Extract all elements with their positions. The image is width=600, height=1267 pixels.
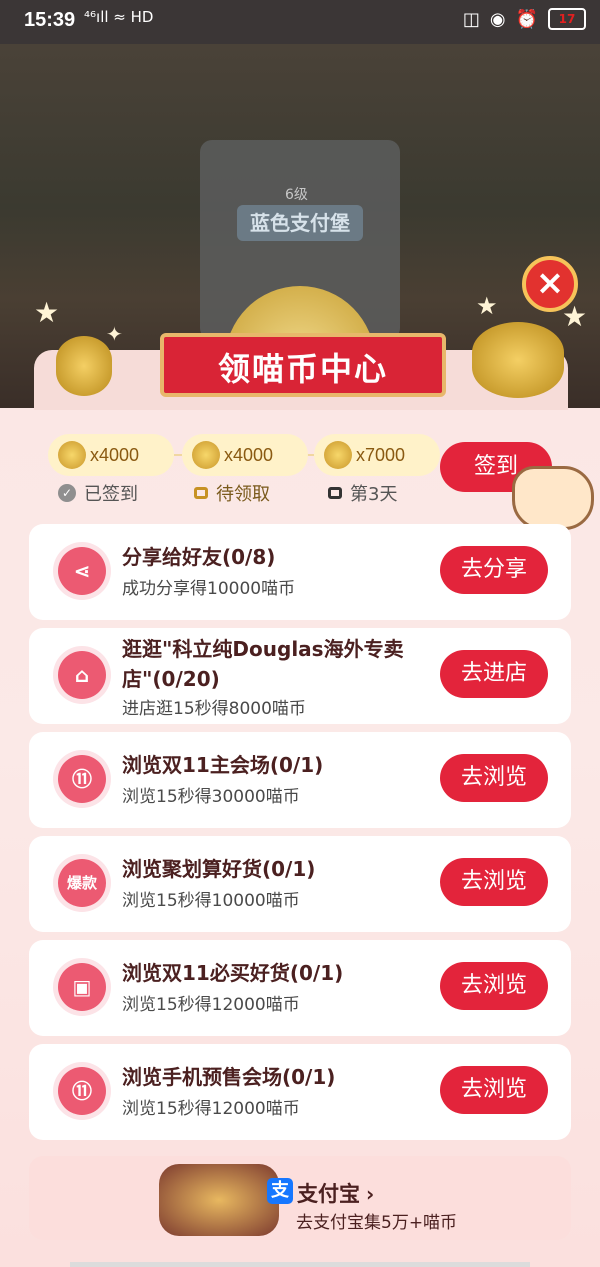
task-item: 爆款 浏览聚划算好货(0/1) 浏览15秒得10000喵币 去浏览	[29, 836, 571, 932]
task-subtitle: 进店逛15秒得8000喵币	[122, 699, 306, 719]
checkin-status-3: 第3天	[328, 480, 397, 506]
promo-subtitle: 去支付宝集5万+喵币	[296, 1213, 458, 1233]
status-time: 15:39	[24, 9, 76, 31]
task-item: ⑪ 浏览手机预售会场(0/1) 浏览15秒得12000喵币 去浏览	[29, 1044, 571, 1140]
pointing-hand-icon	[512, 466, 594, 530]
task-icon-wrap: ⌂	[53, 646, 111, 704]
task-item: ⌂ 逛逛"科立纯Douglas海外专卖店"(0/20) 进店逛15秒得8000喵…	[29, 628, 571, 724]
hot-item-icon: 爆款	[58, 859, 106, 907]
alipay-logo-icon: 支	[267, 1178, 293, 1204]
go-browse-button[interactable]: 去浏览	[440, 1066, 548, 1114]
go-browse-button[interactable]: 去浏览	[440, 754, 548, 802]
task-icon-wrap: ⑪	[53, 1062, 111, 1120]
go-browse-button[interactable]: 去浏览	[440, 858, 548, 906]
checkin-status-2: 待领取	[194, 480, 270, 506]
task-title: 浏览双11主会场(0/1)	[122, 753, 324, 777]
checkin-day-1: x4000	[48, 434, 174, 476]
coin-stack-left-icon	[56, 336, 112, 396]
checkin-status-text: 第3天	[350, 484, 398, 505]
sparkle-icon: ★	[562, 300, 588, 333]
alarm-icon: ⏰	[515, 8, 538, 30]
status-bar: 15:39 ⁴⁶ıll ≈ HD ◫ ◉ ⏰ 17	[0, 0, 600, 44]
chevron-right-icon: ›	[366, 1182, 375, 1206]
lock-rotate-icon: ◉	[489, 8, 506, 30]
coin-stack-right-icon	[472, 322, 564, 398]
go-browse-button[interactable]: 去浏览	[440, 962, 548, 1010]
task-icon-wrap: 爆款	[53, 854, 111, 912]
sparkle-icon: ✦	[106, 322, 123, 346]
task-title: 分享给好友(0/8)	[122, 545, 276, 569]
task-item: ⑪ 浏览双11主会场(0/1) 浏览15秒得30000喵币 去浏览	[29, 732, 571, 828]
go-share-button[interactable]: 去分享	[440, 546, 548, 594]
castle-name: 蓝色支付堡	[237, 205, 363, 241]
task-icon-wrap: ⋖	[53, 542, 111, 600]
shop-icon: ⌂	[58, 651, 106, 699]
go-store-button[interactable]: 去进店	[440, 650, 548, 698]
task-title: 逛逛"科立纯Douglas海外专卖店"(0/20)	[122, 637, 404, 691]
task-subtitle: 浏览15秒得10000喵币	[122, 891, 300, 911]
task-icon-wrap: ▣	[53, 958, 111, 1016]
coin-icon	[192, 441, 220, 469]
cat-coins-illustration	[159, 1164, 279, 1236]
signal-icons: ⁴⁶ıll ≈ HD	[84, 8, 154, 26]
task-subtitle: 浏览15秒得12000喵币	[122, 1099, 300, 1119]
progress-line	[174, 454, 182, 456]
promo-brand-text: 支付宝	[297, 1182, 360, 1206]
share-icon: ⋖	[58, 547, 106, 595]
bottom-divider	[70, 1262, 530, 1267]
task-title: 浏览聚划算好货(0/1)	[122, 857, 316, 881]
battery-icon: 17	[548, 8, 586, 30]
checkin-amount: x4000	[224, 444, 274, 465]
vibrate-icon: ◫	[462, 8, 480, 30]
coin-icon	[58, 441, 86, 469]
castle-level: 6级	[285, 187, 308, 203]
checkin-amount: x4000	[90, 444, 140, 465]
status-right: ◫ ◉ ⏰ 17	[463, 8, 586, 30]
double11-icon: ⑪	[58, 755, 106, 803]
checkin-amount: x7000	[356, 444, 406, 465]
promo-brand: 支付宝 ›	[297, 1178, 374, 1208]
task-title: 浏览手机预售会场(0/1)	[122, 1065, 336, 1089]
panel-title: 领喵币中心	[217, 350, 388, 388]
unlock-icon	[194, 487, 208, 499]
task-icon-wrap: ⑪	[53, 750, 111, 808]
task-subtitle: 浏览15秒得12000喵币	[122, 995, 300, 1015]
sparkle-icon: ★	[34, 296, 60, 329]
battery-level: 17	[558, 12, 576, 26]
task-item: ⋖ 分享给好友(0/8) 成功分享得10000喵币 去分享	[29, 524, 571, 620]
checkin-day-3: x7000	[314, 434, 440, 476]
shopping-bag-icon: ▣	[58, 963, 106, 1011]
panel-title-banner: 领喵币中心	[160, 333, 446, 397]
sparkle-icon: ★	[476, 292, 498, 320]
task-item: ▣ 浏览双11必买好货(0/1) 浏览15秒得12000喵币 去浏览	[29, 940, 571, 1036]
coin-icon	[324, 441, 352, 469]
alipay-promo-banner[interactable]: 支 支付宝 › 去支付宝集5万+喵币	[29, 1156, 571, 1240]
check-icon: ✓	[58, 484, 76, 502]
task-subtitle: 成功分享得10000喵币	[122, 579, 296, 599]
checkin-status-1: ✓ 已签到	[58, 480, 138, 506]
double11-icon: ⑪	[58, 1067, 106, 1115]
checkin-status-text: 待领取	[216, 484, 270, 505]
checkin-day-2: x4000	[182, 434, 308, 476]
lock-icon	[328, 487, 342, 499]
checkin-status-text: 已签到	[84, 484, 138, 505]
task-title: 浏览双11必买好货(0/1)	[122, 961, 344, 985]
task-subtitle: 浏览15秒得30000喵币	[122, 787, 300, 807]
